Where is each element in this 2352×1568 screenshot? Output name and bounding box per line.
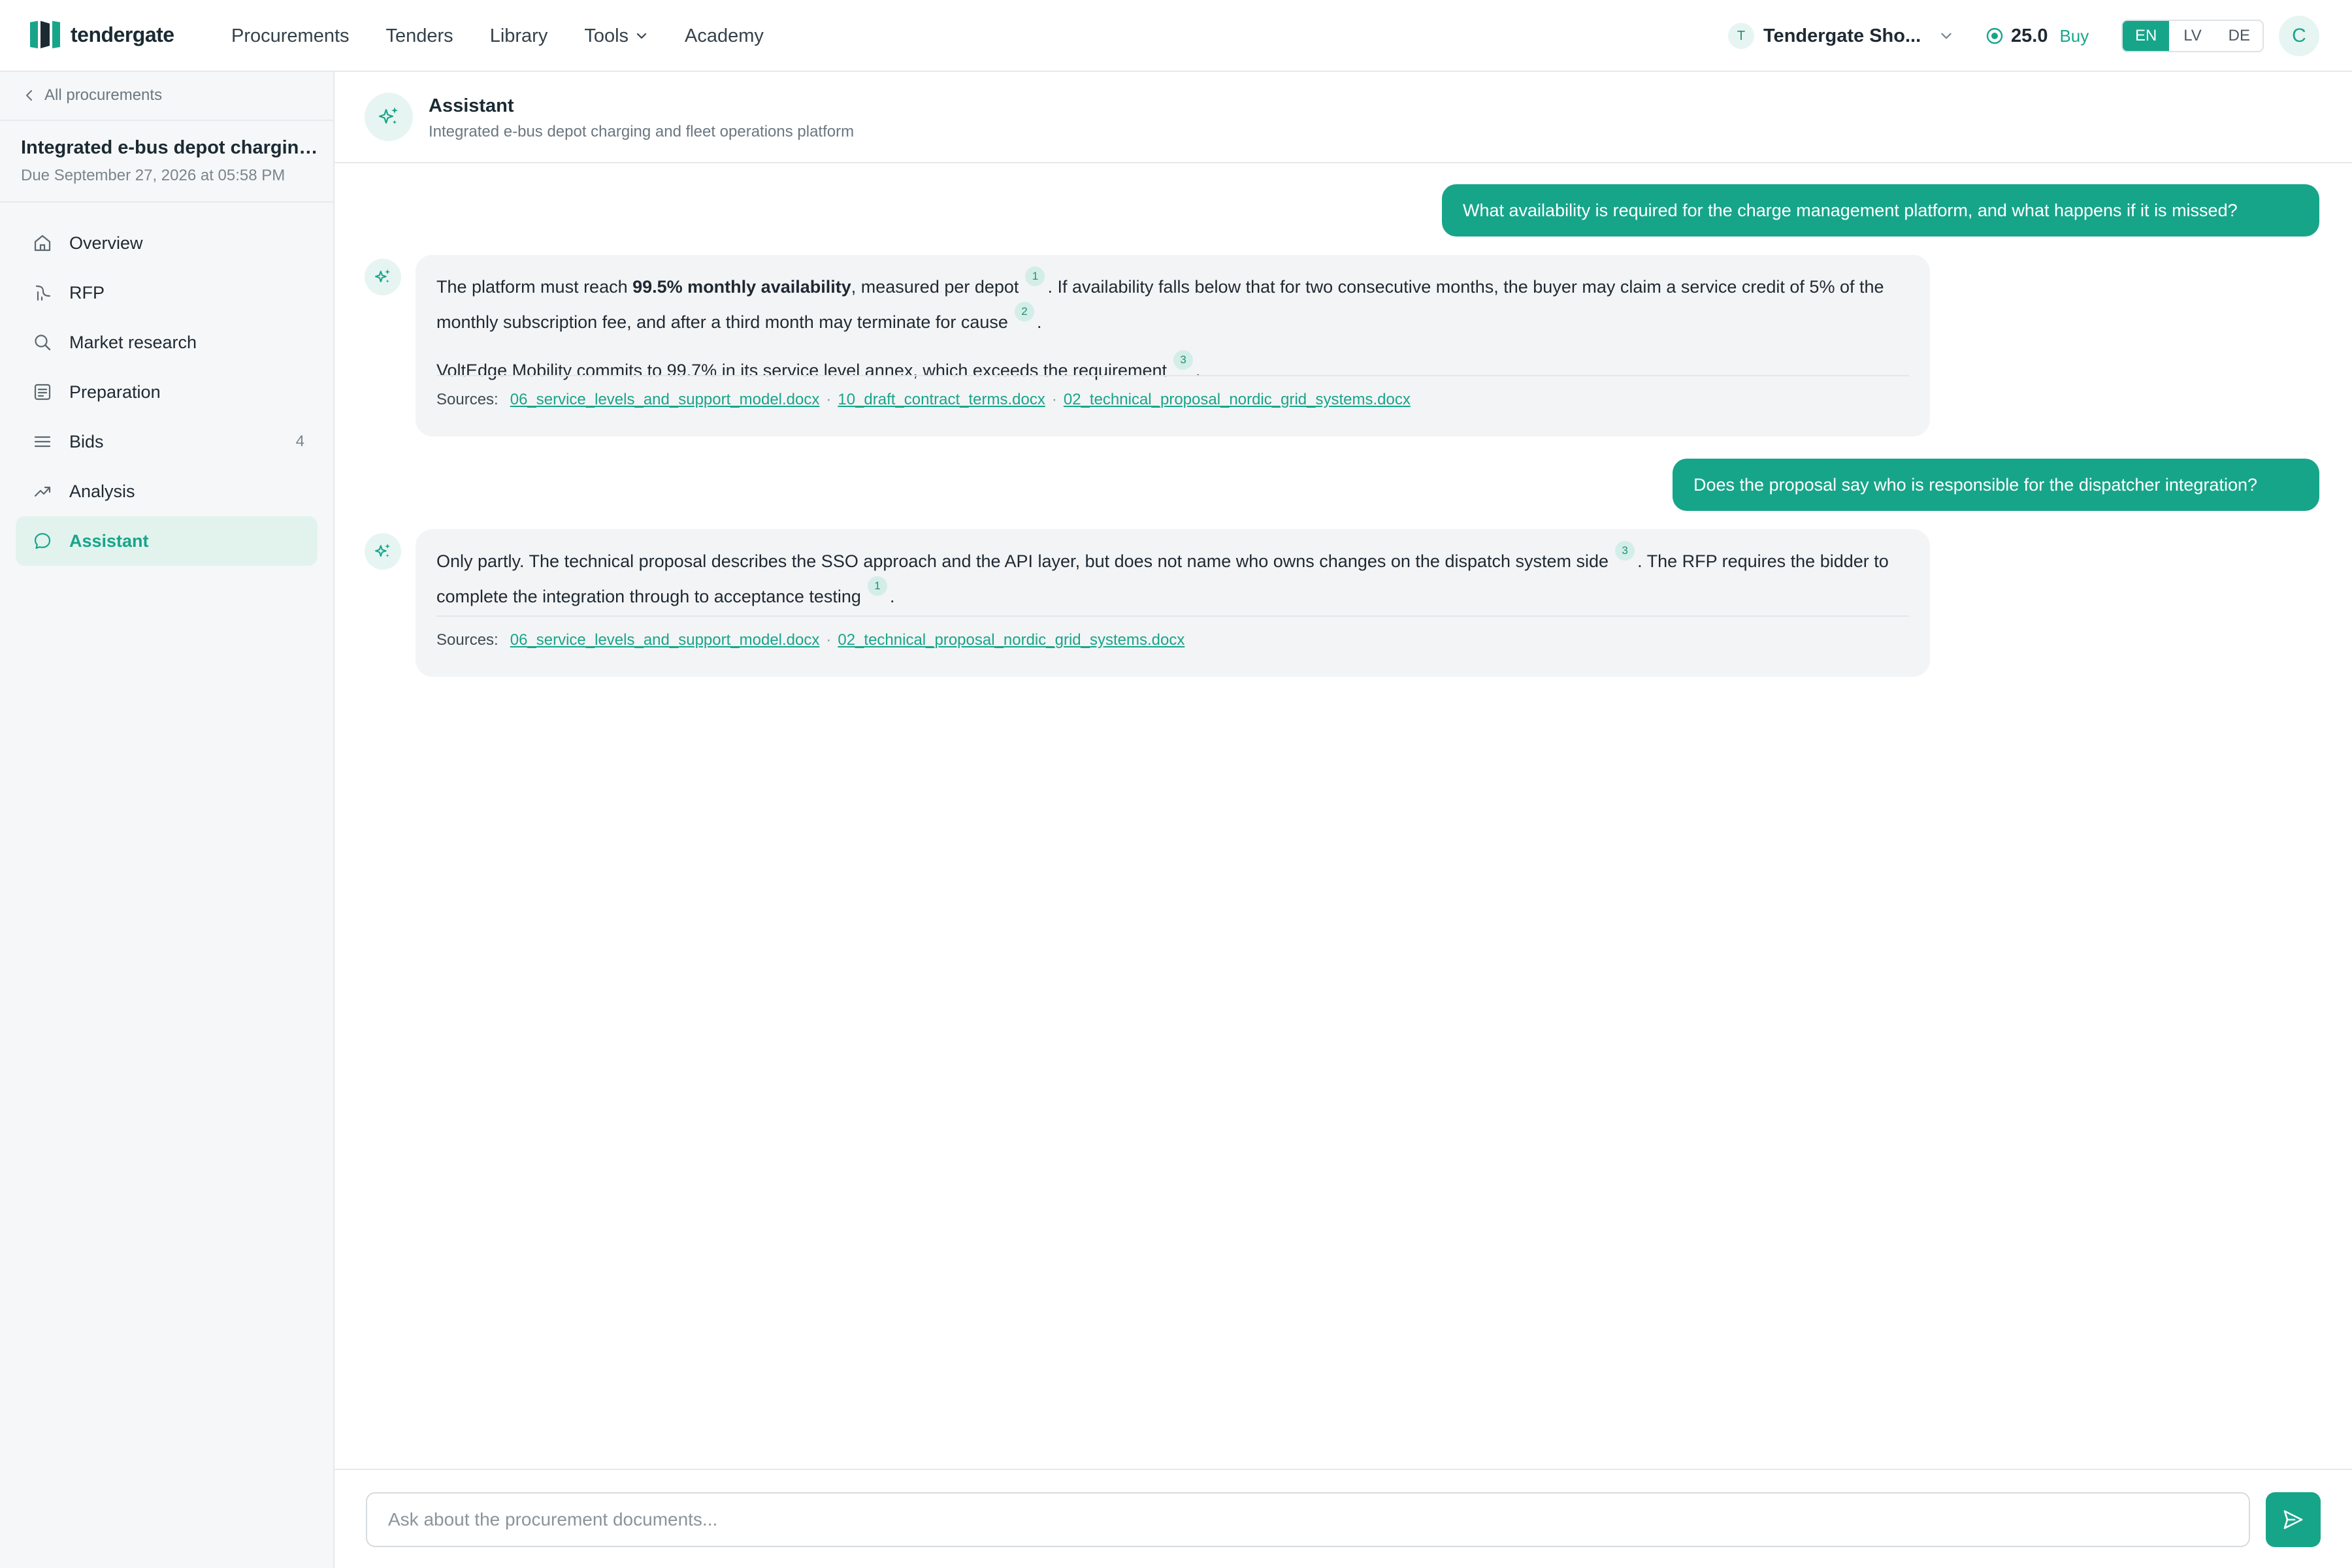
sidebar: All procurements Integrated e-bus depot …: [0, 72, 335, 1568]
source-separator: ·: [1051, 391, 1057, 408]
source-link[interactable]: 06_service_levels_and_support_model.docx: [510, 385, 820, 415]
nav-procurements[interactable]: Procurements: [231, 25, 350, 47]
top-bar: tendergate Procurements Tenders Library …: [0, 0, 2352, 72]
divider: [0, 120, 333, 121]
chat-icon: [34, 532, 51, 549]
chat-input[interactable]: [366, 1492, 2250, 1547]
nav-tenders[interactable]: Tenders: [386, 25, 453, 47]
citation-badge[interactable]: 1: [867, 576, 887, 596]
sidebar-item-label: Preparation: [69, 382, 161, 402]
sidebar-item-label: Market research: [69, 332, 197, 352]
sidebar-menu: Overview RFP Market research Preparation…: [16, 218, 318, 566]
procurement-title: Integrated e-bus depot charging and flee…: [21, 137, 321, 158]
sparkles-icon: [378, 107, 398, 124]
chat-title: Assistant: [429, 95, 514, 116]
send-button[interactable]: [2266, 1492, 2321, 1547]
tendergate-logo-icon: [30, 21, 60, 48]
lang-lv-button[interactable]: LV: [2169, 21, 2215, 51]
nav-academy[interactable]: Academy: [685, 25, 764, 47]
nav-library[interactable]: Library: [490, 25, 548, 47]
user-message: What availability is required for the ch…: [1442, 184, 2319, 237]
sidebar-item-preparation[interactable]: Preparation: [16, 367, 318, 417]
assistant-message-avatar: [365, 533, 401, 570]
organization-switcher[interactable]: T Tendergate Sho...: [1728, 20, 1953, 52]
nav-tools-label: Tools: [584, 25, 629, 46]
sources-row: Sources: 06_service_levels_and_support_m…: [436, 375, 1909, 423]
assistant-panel: Assistant Integrated e-bus depot chargin…: [335, 72, 2352, 1568]
bids-count-badge: 4: [295, 433, 304, 450]
citation-badge[interactable]: 1: [1025, 267, 1045, 286]
sparkles-icon: [374, 544, 391, 557]
brand-name: tendergate: [71, 22, 174, 46]
procurement-due-date: Due September 27, 2026 at 05:58 PM: [21, 167, 286, 184]
chat-subtitle: Integrated e-bus depot charging and flee…: [429, 123, 855, 140]
checklist-icon: [34, 384, 51, 400]
source-link[interactable]: 02_technical_proposal_nordic_grid_system…: [1064, 385, 1411, 415]
sparkles-icon: [374, 269, 391, 283]
user-message: Does the proposal say who is responsible…: [1673, 459, 2319, 511]
credits-balance: 25.0 Buy: [1986, 20, 2089, 52]
message-bold-text: 99.5% monthly availability: [632, 277, 851, 297]
buy-credits-link[interactable]: Buy: [2059, 26, 2089, 46]
assistant-message: Only partly. The technical proposal desc…: [416, 529, 1930, 677]
assistant-paragraph: Only partly. The technical proposal desc…: [436, 541, 1909, 612]
rfp-icon: [35, 285, 51, 301]
message-text: .: [1036, 312, 1042, 332]
back-link-label: All procurements: [44, 86, 163, 104]
sources-label: Sources:: [436, 391, 498, 408]
sidebar-item-market-research[interactable]: Market research: [16, 318, 318, 367]
assistant-message-avatar: [365, 259, 401, 295]
source-separator: ·: [826, 631, 832, 649]
assistant-avatar: [365, 93, 413, 141]
logo[interactable]: tendergate: [30, 21, 174, 48]
sidebar-item-rfp[interactable]: RFP: [16, 268, 318, 318]
citation-badge[interactable]: 3: [1173, 350, 1194, 370]
sidebar-item-assistant[interactable]: Assistant: [16, 516, 318, 566]
send-icon: [2283, 1510, 2303, 1529]
assistant-message: The platform must reach 99.5% monthly av…: [416, 255, 1930, 436]
chevron-down-icon: [636, 33, 647, 39]
sidebar-item-bids[interactable]: Bids 4: [16, 417, 318, 466]
sidebar-item-label: Assistant: [69, 531, 149, 551]
sidebar-item-label: Analysis: [69, 481, 135, 501]
sources-label: Sources:: [436, 631, 498, 649]
chat-input-bar: [335, 1469, 2352, 1568]
chat-header: Assistant Integrated e-bus depot chargin…: [335, 72, 2352, 163]
back-to-procurements-link[interactable]: All procurements: [24, 86, 162, 105]
nav-tools[interactable]: Tools: [584, 25, 648, 47]
citation-badge[interactable]: 2: [1014, 302, 1034, 321]
chevron-down-icon: [1941, 33, 1952, 39]
search-icon: [35, 335, 51, 351]
source-separator: ·: [826, 391, 832, 408]
lang-de-button[interactable]: DE: [2216, 21, 2262, 51]
credits-amount: 25.0: [2011, 25, 2048, 46]
assistant-paragraph: The platform must reach 99.5% monthly av…: [436, 267, 1909, 337]
sidebar-item-analysis[interactable]: Analysis: [16, 466, 318, 516]
home-icon: [34, 235, 51, 252]
user-avatar[interactable]: C: [2279, 16, 2319, 56]
sidebar-item-label: RFP: [69, 282, 105, 302]
language-switcher: EN LV DE: [2121, 20, 2264, 52]
org-name: Tendergate Sho...: [1763, 25, 1921, 46]
sources-row: Sources: 06_service_levels_and_support_m…: [436, 615, 1909, 664]
chevron-left-icon: [25, 90, 33, 101]
source-link[interactable]: 02_technical_proposal_nordic_grid_system…: [838, 625, 1184, 655]
sidebar-item-label: Bids: [69, 431, 104, 451]
sidebar-item-overview[interactable]: Overview: [16, 218, 318, 268]
sidebar-item-label: Overview: [69, 233, 143, 253]
source-link[interactable]: 06_service_levels_and_support_model.docx: [510, 625, 820, 655]
divider: [0, 201, 333, 203]
list-icon: [34, 436, 51, 448]
message-text: Only partly. The technical proposal desc…: [436, 551, 1609, 571]
org-avatar: T: [1728, 23, 1754, 49]
message-text: .: [889, 587, 895, 606]
source-link[interactable]: 10_draft_contract_terms.docx: [838, 385, 1045, 415]
trend-icon: [34, 486, 51, 497]
main-nav: Procurements Tenders Library Tools Acade…: [231, 0, 800, 72]
message-text: The platform must reach: [436, 277, 633, 297]
lang-en-button[interactable]: EN: [2123, 21, 2170, 51]
citation-badge[interactable]: 3: [1615, 541, 1635, 561]
message-text: , measured per depot: [851, 277, 1019, 297]
coin-icon: [1986, 27, 2003, 44]
